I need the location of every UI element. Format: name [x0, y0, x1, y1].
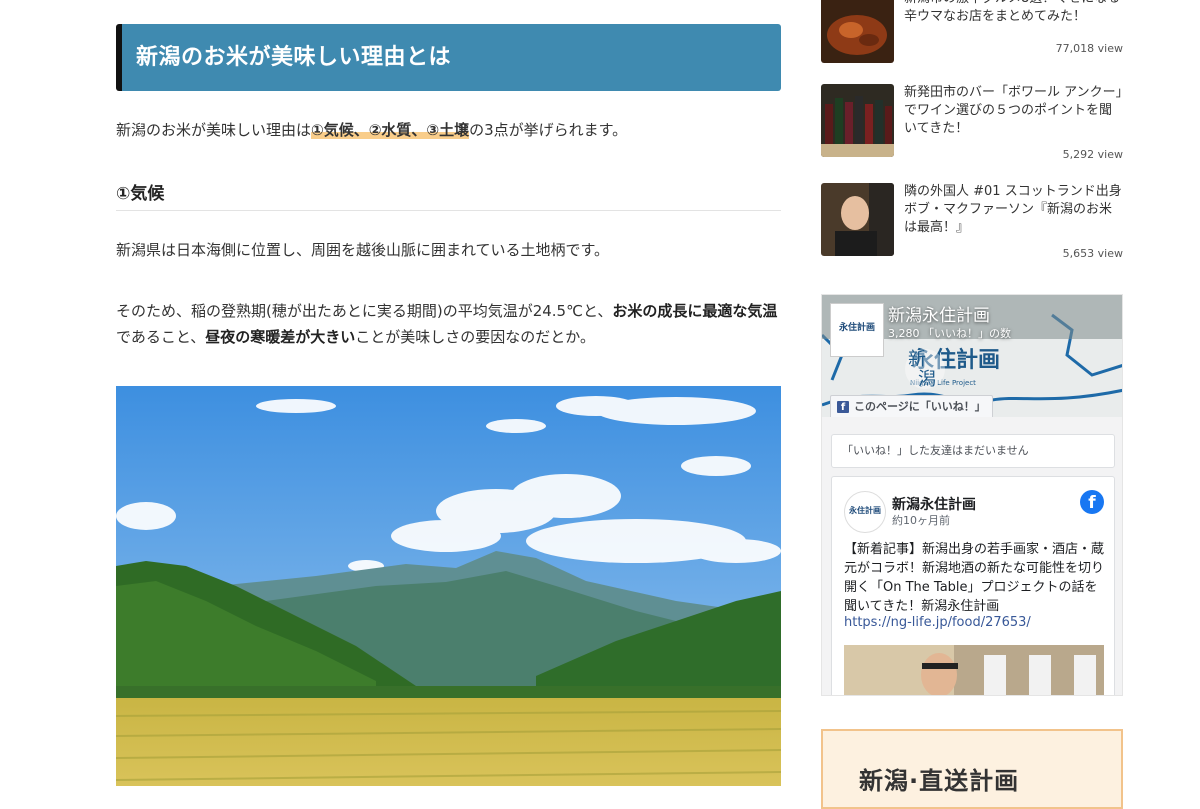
popular-article-title[interactable]: 隣の外国人 #01 スコットランド出身 ボブ・マクファーソン『新潟のお米は最高！…: [904, 183, 1123, 237]
post-timestamp[interactable]: 約10ヶ月前: [892, 512, 950, 528]
post-link[interactable]: https://ng-life.jp/food/27653/: [844, 615, 1031, 630]
climate-text-a: そのため、稲の登熟期(穂が出たあとに実る期間)の平均気温が24.5℃と、: [116, 302, 613, 320]
facebook-page-name[interactable]: 新潟永住計画: [888, 301, 990, 326]
banner-text: 新潟·直送計画: [859, 767, 1020, 795]
article-thumbnail[interactable]: [821, 84, 894, 157]
facebook-friends-notice: 「いいね！」した友達はまだいません: [831, 434, 1115, 468]
popular-article-item[interactable]: 新発田市のバー「ボワール アンクー」でワイン選びの５つのポイントを聞いてきた！ …: [821, 84, 1123, 164]
climate-text-b: であること、: [116, 328, 206, 346]
intro-paragraph: 新潟のお米が美味しい理由は①気候、②水質、③土壌の3点が挙げられます。: [116, 117, 627, 143]
direct-delivery-banner[interactable]: 新潟·直送計画: [821, 729, 1123, 809]
climate-paragraph-2: そのため、稲の登熟期(穂が出たあとに実る期間)の平均気温が24.5℃と、お米の成…: [116, 298, 781, 350]
facebook-post: 永住計画 新潟永住計画 約10ヶ月前 f 【新着記事】新潟出身の若手画家・酒店・…: [831, 476, 1115, 695]
section-heading-climate: ①気候: [116, 180, 781, 211]
climate-paragraph-1: 新潟県は日本海側に位置し、周囲を越後山脈に囲まれている土地柄です。: [116, 241, 610, 259]
like-button-label: このページに「いいね！」: [854, 400, 986, 413]
climate-text-c: ことが美味しさの要因なのだとか。: [355, 328, 595, 346]
facebook-icon: f: [837, 401, 849, 413]
post-text: 【新着記事】新潟出身の若手画家・酒店・蔵元がコラボ！新潟地酒の新たな可能性を切り…: [844, 542, 1105, 614]
view-count: 77,018 view: [1055, 42, 1123, 55]
view-count: 5,292 view: [1062, 148, 1123, 161]
highlighted-reasons: ①気候、②水質、③土壌: [311, 121, 470, 139]
facebook-like-page-button[interactable]: f このページに「いいね！」: [830, 395, 993, 417]
post-avatar[interactable]: 永住計画: [844, 491, 886, 533]
intro-text: 新潟のお米が美味しい理由は: [116, 121, 312, 139]
popular-article-title[interactable]: 新潟市の激辛グルメ8選！くせになる辛ウマなお店をまとめてみた！: [904, 0, 1123, 26]
intro-text-end: の3点が挙げられます。: [469, 121, 628, 139]
popular-article-item[interactable]: 隣の外国人 #01 スコットランド出身 ボブ・マクファーソン『新潟のお米は最高！…: [821, 183, 1123, 263]
popular-article-item[interactable]: 新潟市の激辛グルメ8選！くせになる辛ウマなお店をまとめてみた！ 77,018 v…: [821, 0, 1123, 70]
cover-kanji-2: 潟: [918, 369, 936, 390]
facebook-like-count: 3,280 「いいね！」の数: [888, 327, 1011, 340]
article-thumbnail[interactable]: [821, 0, 894, 63]
page-logo-text: 永住計画: [838, 323, 875, 333]
article-thumbnail[interactable]: [821, 183, 894, 256]
post-avatar-text: 永住計画: [849, 506, 881, 515]
facebook-page-logo[interactable]: 永住計画: [830, 303, 884, 357]
rice-field-photo: [116, 386, 781, 786]
popular-article-title[interactable]: 新発田市のバー「ボワール アンクー」でワイン選びの５つのポイントを聞いてきた！: [904, 84, 1123, 138]
facebook-page-widget: 永住計画 Niigata Life Project 新 潟 永住計画 新潟永住計…: [821, 294, 1123, 696]
facebook-cover-image[interactable]: 永住計画 Niigata Life Project 新 潟 永住計画 新潟永住計…: [822, 295, 1122, 417]
post-author-name[interactable]: 新潟永住計画: [892, 494, 976, 514]
article-heading: 新潟のお米が美味しい理由とは: [136, 45, 452, 70]
post-image[interactable]: [844, 645, 1104, 695]
article-heading-banner: 新潟のお米が美味しい理由とは: [116, 24, 781, 91]
climate-bold-a: お米の成長に最適な気温: [612, 302, 778, 320]
facebook-logo-icon[interactable]: f: [1080, 490, 1104, 514]
climate-bold-b: 昼夜の寒暖差が大きい: [205, 328, 356, 346]
view-count: 5,653 view: [1062, 247, 1123, 260]
cover-kanji-1: 新: [908, 349, 926, 370]
